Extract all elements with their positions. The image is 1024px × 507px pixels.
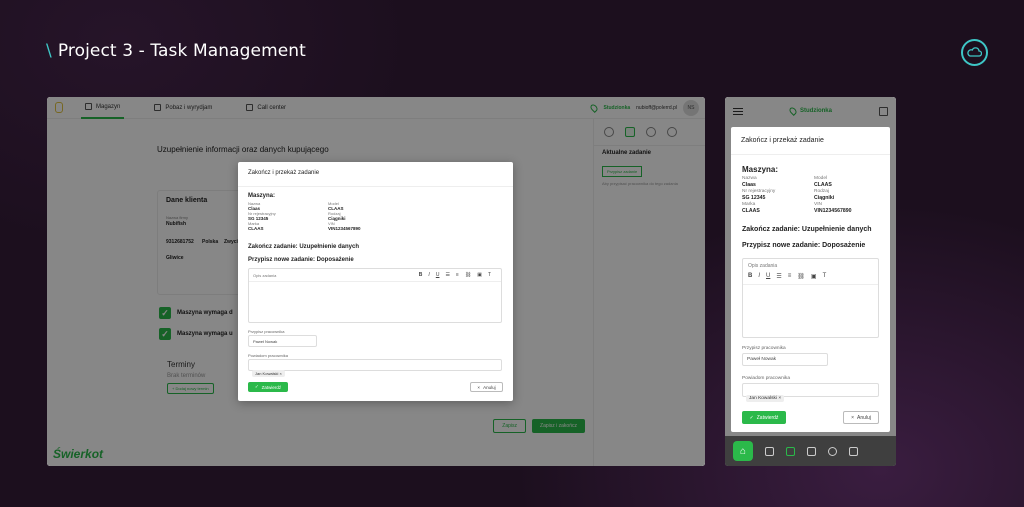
field-cell: Model CLAAS bbox=[814, 176, 882, 189]
chip-label: Jan Kowalski bbox=[255, 371, 279, 376]
field-cell: Marka CLAAS bbox=[742, 202, 814, 215]
edit-icon[interactable] bbox=[786, 446, 795, 456]
editor-toolbar: B I U ☰ ≡ ⛓ ▣ T bbox=[748, 273, 826, 280]
machine-fields: Nazwa Claas Model CLAAS Nr rejestracyjny SG… bbox=[248, 201, 478, 231]
home-icon[interactable]: ⌂ bbox=[733, 441, 753, 461]
number-list-icon[interactable]: ≡ bbox=[788, 273, 792, 280]
check-icon: ✓ bbox=[254, 384, 259, 389]
field-cell: Model CLAAS bbox=[328, 201, 408, 211]
finish-task-dialog: Zakończ i przekaż zadanie Maszyna: Nazwa… bbox=[238, 162, 513, 401]
assign-worker-select[interactable]: Paweł Nowak bbox=[248, 335, 317, 347]
mobile-finish-task-label: Zakończ zadanie: Uzupełnienie danych bbox=[742, 226, 872, 233]
cancel-label: Anuluj bbox=[857, 414, 871, 421]
field-cell: Nr rejestracyjny SG 12345 bbox=[742, 189, 814, 202]
editor-toolbar: B I U ☰ ≡ ⛓ ▣ T bbox=[419, 272, 491, 278]
assign-worker-label: Przypisz pracownika bbox=[248, 329, 285, 334]
notify-worker-field[interactable]: Jan Kowalski × bbox=[248, 359, 502, 377]
confirm-button[interactable]: ✓ Zatwierdź bbox=[248, 382, 288, 392]
clear-format-icon[interactable]: T bbox=[488, 272, 491, 278]
field-cell: Marka CLAAS bbox=[248, 221, 328, 231]
field-value: CLAAS bbox=[742, 208, 760, 214]
close-icon: × bbox=[851, 414, 854, 421]
clock-icon[interactable] bbox=[828, 446, 837, 456]
mobile-finish-task-dialog: Zakończ i przekaż zadanie Maszyna: Nazwa… bbox=[731, 127, 890, 432]
image-icon[interactable]: ▣ bbox=[477, 272, 482, 278]
mobile-assign-worker-label: Przypisz pracownika bbox=[742, 346, 786, 351]
mobile-notify-label: Powiadom pracownika bbox=[742, 376, 790, 381]
mobile-bottom-nav: ⌂ bbox=[725, 436, 896, 466]
chip-label: Jan Kowalski bbox=[749, 396, 777, 401]
editor-divider bbox=[249, 281, 501, 282]
field-value: SG 12345 bbox=[742, 195, 766, 201]
mobile-machine-title: Maszyna: bbox=[742, 165, 779, 174]
project-title: \ Project 3 - Task Management bbox=[46, 41, 306, 61]
field-value: Claas bbox=[742, 182, 756, 188]
bullet-list-icon[interactable]: ☰ bbox=[776, 273, 781, 280]
confirm-label: Zatwierdź bbox=[261, 384, 282, 390]
editor-divider bbox=[743, 284, 878, 285]
underline-icon[interactable]: U bbox=[766, 273, 770, 280]
field-cell: Rodzaj Ciągniki bbox=[328, 211, 408, 221]
field-value: VIN1234567890 bbox=[814, 208, 852, 214]
link-icon[interactable]: ⛓ bbox=[465, 272, 471, 278]
field-cell: Nazwa Claas bbox=[742, 176, 814, 189]
list-icon[interactable] bbox=[807, 446, 816, 456]
close-icon: × bbox=[477, 384, 481, 390]
cancel-label: Anuluj bbox=[483, 384, 496, 390]
mobile-dialog-title: Zakończ i przekaż zadanie bbox=[731, 127, 890, 155]
cloud-logo-icon bbox=[961, 39, 988, 66]
editor-placeholder: Opis zadania bbox=[253, 273, 277, 278]
bold-icon[interactable]: B bbox=[748, 273, 752, 280]
field-cell: Nr rejestracyjny SG 12345 bbox=[248, 211, 328, 221]
mobile-machine-fields: Nazwa Claas Model CLAAS Nr rejestracyjny SG… bbox=[742, 176, 882, 215]
assign-task-label: Przypisz nowe zadanie: Doposażenie bbox=[248, 257, 354, 263]
confirm-label: Zatwierdź bbox=[756, 414, 779, 421]
check-icon: ✓ bbox=[749, 414, 754, 421]
bold-icon[interactable]: B bbox=[419, 272, 423, 278]
cancel-button[interactable]: × Anuluj bbox=[470, 382, 503, 392]
clear-format-icon[interactable]: T bbox=[823, 273, 827, 280]
mobile-cancel-button[interactable]: × Anuluj bbox=[843, 411, 879, 424]
mobile-task-editor[interactable]: Opis zadania B I U ☰ ≡ ⛓ ▣ T bbox=[742, 258, 879, 338]
machine-title: Maszyna: bbox=[248, 193, 276, 199]
finish-task-label: Zakończ zadanie: Uzupełnienie danych bbox=[248, 244, 360, 250]
document-icon[interactable] bbox=[849, 446, 858, 456]
task-description-editor[interactable]: Opis zadania B I U ☰ ≡ ⛓ ▣ T bbox=[248, 268, 502, 323]
image-icon[interactable]: ▣ bbox=[811, 273, 817, 280]
field-cell: Nazwa Claas bbox=[248, 201, 328, 211]
bullet-list-icon[interactable]: ☰ bbox=[445, 272, 449, 278]
italic-icon[interactable]: I bbox=[428, 272, 429, 278]
tag-icon[interactable] bbox=[765, 446, 774, 456]
editor-placeholder: Opis zadania bbox=[748, 263, 778, 269]
mobile-app: Studzionka Zakończ i przekaż zadanie Mas… bbox=[725, 97, 896, 466]
dialog-title: Zakończ i przekaż zadanie bbox=[238, 162, 513, 187]
title-slash: \ bbox=[46, 41, 52, 61]
field-cell: Rodzaj Ciągniki bbox=[814, 189, 882, 202]
field-cell: VIN VIN1234567890 bbox=[328, 221, 408, 231]
field-value: CLAAS bbox=[814, 182, 832, 188]
desktop-app: Magazyn Pobaz i wyrydjam Call center Stu… bbox=[47, 97, 705, 466]
number-list-icon[interactable]: ≡ bbox=[456, 272, 459, 278]
worker-chip[interactable]: Jan Kowalski × bbox=[252, 370, 285, 377]
mobile-assign-task-label: Przypisz nowe zadanie: Doposażenie bbox=[742, 242, 866, 249]
notify-worker-label: Powiadom pracownika bbox=[248, 353, 289, 358]
project-title-text: Project 3 - Task Management bbox=[57, 41, 306, 61]
underline-icon[interactable]: U bbox=[436, 272, 440, 278]
field-value: Ciągniki bbox=[814, 195, 835, 201]
field-value: CLAAS bbox=[248, 226, 264, 231]
italic-icon[interactable]: I bbox=[758, 273, 760, 280]
field-cell: VIN VIN1234567890 bbox=[814, 202, 882, 215]
mobile-confirm-button[interactable]: ✓ Zatwierdź bbox=[742, 411, 786, 424]
field-value: VIN1234567890 bbox=[328, 226, 361, 231]
worker-chip[interactable]: Jan Kowalski × bbox=[746, 395, 785, 402]
link-icon[interactable]: ⛓ bbox=[797, 273, 805, 280]
mobile-notify-field[interactable]: Jan Kowalski × bbox=[742, 383, 879, 402]
mobile-assign-worker-select[interactable]: Paweł Nowak bbox=[742, 353, 828, 366]
